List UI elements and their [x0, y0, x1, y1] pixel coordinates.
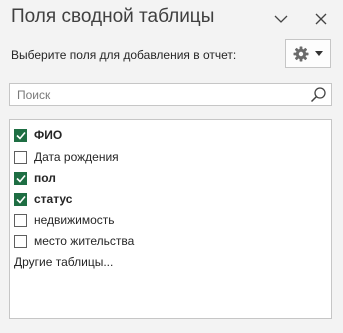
search-input[interactable]: [10, 84, 307, 105]
search-box: [9, 83, 332, 106]
field-label-real-estate: недвижимость: [34, 213, 115, 227]
field-selection-prompt: Выберите поля для добавления в отчет:: [11, 48, 237, 62]
field-item-status[interactable]: статус: [14, 190, 72, 208]
checkmark-icon: [15, 174, 26, 183]
checkbox-residence[interactable]: [14, 234, 27, 248]
field-label-fio: ФИО: [34, 128, 63, 142]
more-tables-link[interactable]: Другие таблицы...: [14, 255, 113, 269]
task-pane-options-button[interactable]: [270, 8, 292, 30]
checkbox-real-estate[interactable]: [14, 213, 27, 227]
tools-dropdown-button[interactable]: [285, 39, 331, 68]
field-label-residence: место жительства: [34, 234, 135, 248]
field-label-birth-date: Дата рождения: [34, 150, 119, 164]
field-item-residence[interactable]: место жительства: [14, 232, 134, 250]
gear-icon: [293, 46, 309, 61]
checkmark-icon: [15, 131, 26, 140]
chevron-down-icon: [274, 15, 288, 23]
field-label-status: статус: [34, 192, 73, 206]
pane-title: Поля сводной таблицы: [11, 6, 215, 27]
search-icon[interactable]: [310, 86, 327, 103]
close-icon: [315, 13, 327, 25]
checkbox-status[interactable]: [14, 192, 27, 206]
checkmark-icon: [15, 195, 26, 204]
caret-down-icon: [315, 51, 323, 56]
pivot-field-list-pane: Поля сводной таблицы Выберите поля для д…: [0, 0, 343, 333]
field-item-gender[interactable]: пол: [14, 169, 56, 187]
field-label-gender: пол: [34, 171, 56, 185]
checkbox-gender[interactable]: [14, 171, 27, 185]
close-pane-button[interactable]: [310, 8, 332, 30]
checkbox-fio[interactable]: [14, 128, 27, 142]
field-item-real-estate[interactable]: недвижимость: [14, 211, 115, 229]
checkbox-birth-date[interactable]: [14, 150, 27, 164]
field-item-birth-date[interactable]: Дата рождения: [14, 148, 119, 166]
field-item-fio[interactable]: ФИО: [14, 126, 62, 144]
field-list: ФИО Дата рождения пол статус недвижимост…: [9, 119, 332, 319]
